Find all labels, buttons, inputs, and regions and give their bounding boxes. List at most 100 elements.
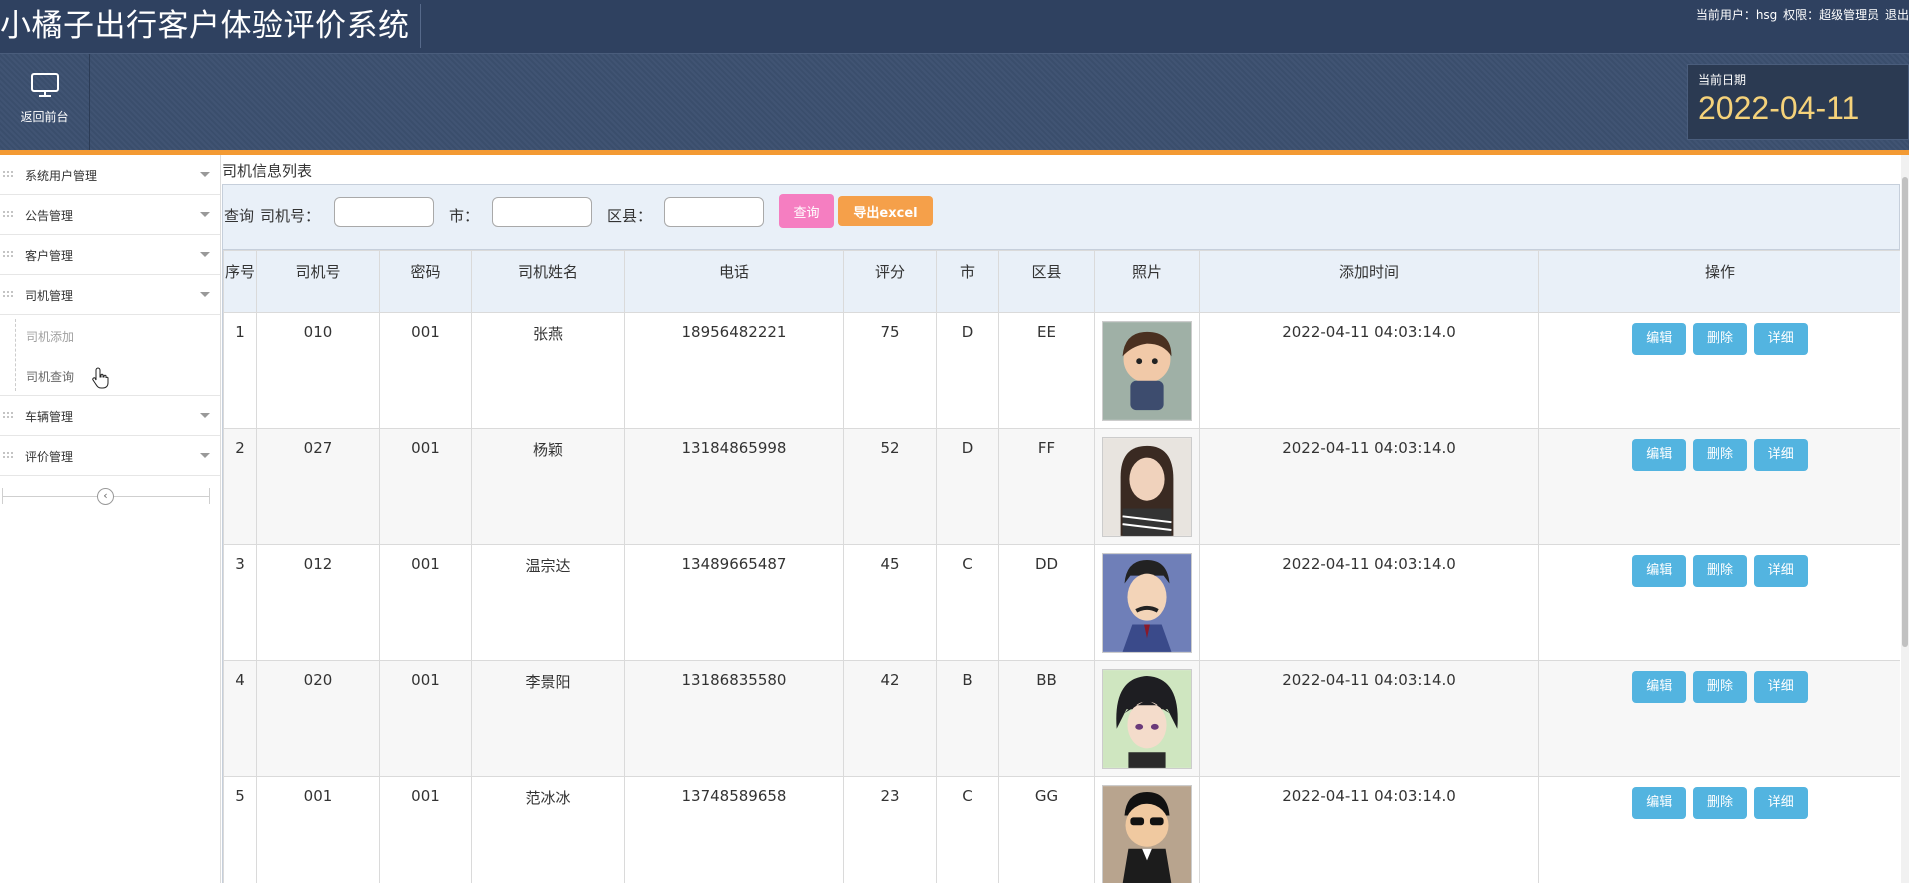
detail-button[interactable]: 详细 <box>1753 439 1808 471</box>
edit-button[interactable]: 编辑 <box>1632 555 1687 587</box>
cell-index: 5 <box>223 776 257 883</box>
delete-button[interactable]: 删除 <box>1693 555 1747 587</box>
cell-city: D <box>936 428 999 545</box>
chevron-down-icon <box>200 172 210 177</box>
chevron-down-icon <box>200 292 210 297</box>
cell-photo <box>1094 312 1200 429</box>
city-input[interactable] <box>492 197 592 227</box>
column-header: 密码 <box>379 250 472 313</box>
logout-link[interactable]: 退出 <box>1885 8 1909 22</box>
cell-district: DD <box>998 544 1095 661</box>
cell-driver-no: 027 <box>256 428 380 545</box>
edit-button[interactable]: 编辑 <box>1632 439 1687 471</box>
column-header: 序号 <box>223 250 257 313</box>
driver-table-container: 序号 司机号 密码 司机姓名 电话 评分 市 区县 照片 添加时间 操作 1 0… <box>222 250 1900 883</box>
cell-index: 4 <box>223 660 257 777</box>
table-row: 2 027 001 杨颖 13184865998 52 D FF 2022-04… <box>223 428 1900 545</box>
sidebar-subitem-add-driver[interactable]: 司机添加 <box>0 315 220 355</box>
cell-index: 1 <box>223 312 257 429</box>
cell-driver-no: 001 <box>256 776 380 883</box>
cell-password: 001 <box>379 660 472 777</box>
sidebar-item-label: 客户管理 <box>25 249 74 263</box>
cell-score: 23 <box>843 776 937 883</box>
page-title: 司机信息列表 <box>222 162 313 180</box>
cell-district: BB <box>998 660 1095 777</box>
detail-button[interactable]: 详细 <box>1753 671 1808 703</box>
chevron-down-icon <box>200 252 210 257</box>
toolbar: 返回前台 当前日期 2022-04-11 <box>0 54 1909 150</box>
driver-photo-woman <box>1102 437 1192 537</box>
sidebar-item-reviews[interactable]: 评价管理 <box>0 436 220 476</box>
grip-icon <box>2 411 14 419</box>
column-header: 照片 <box>1094 250 1200 313</box>
detail-button[interactable]: 详细 <box>1753 787 1808 819</box>
query-button[interactable]: 查询 <box>779 194 834 228</box>
column-header: 电话 <box>624 250 844 313</box>
cell-added-time: 2022-04-11 04:03:14.0 <box>1199 544 1539 661</box>
sidebar-item-announcements[interactable]: 公告管理 <box>0 195 220 235</box>
driver-no-input[interactable] <box>334 197 434 227</box>
delete-button[interactable]: 删除 <box>1693 323 1747 355</box>
cell-password: 001 <box>379 776 472 883</box>
cell-actions: 编辑 删除 详细 <box>1538 660 1900 777</box>
cell-score: 52 <box>843 428 937 545</box>
cell-score: 42 <box>843 660 937 777</box>
divider <box>2 488 3 504</box>
district-input[interactable] <box>664 197 764 227</box>
cell-city: D <box>936 312 999 429</box>
sidebar-subitem-query-driver[interactable]: 司机查询 <box>0 355 220 395</box>
cell-added-time: 2022-04-11 04:03:14.0 <box>1199 660 1539 777</box>
collapse-sidebar-icon[interactable]: ‹ <box>97 488 114 505</box>
scrollbar-thumb[interactable] <box>1902 177 1908 647</box>
cell-photo <box>1094 660 1200 777</box>
driver-photo-anime-dark-hair <box>1102 669 1192 769</box>
driver-photo-cartoon-boy <box>1102 321 1192 421</box>
delete-button[interactable]: 删除 <box>1693 671 1747 703</box>
column-header: 评分 <box>843 250 937 313</box>
sidebar-item-system-users[interactable]: 系统用户管理 <box>0 155 220 195</box>
cell-password: 001 <box>379 312 472 429</box>
export-excel-button[interactable]: 导出excel <box>838 196 933 226</box>
detail-button[interactable]: 详细 <box>1753 555 1808 587</box>
sidebar-item-vehicles[interactable]: 车辆管理 <box>0 396 220 436</box>
delete-button[interactable]: 删除 <box>1693 439 1747 471</box>
table-row: 4 020 001 李景阳 13186835580 42 B BB 2022-0… <box>223 660 1900 777</box>
sidebar-item-label: 评价管理 <box>25 450 74 464</box>
cell-district: GG <box>998 776 1095 883</box>
current-date-value: 2022-04-11 <box>1698 90 1860 126</box>
chevron-down-icon <box>200 453 210 458</box>
drivers-submenu: 司机添加 司机查询 <box>0 315 220 396</box>
cell-photo <box>1094 428 1200 545</box>
column-header: 司机姓名 <box>471 250 625 313</box>
cell-phone: 13186835580 <box>624 660 844 777</box>
vertical-scrollbar[interactable] <box>1901 155 1909 883</box>
detail-button[interactable]: 详细 <box>1753 323 1808 355</box>
column-header: 区县 <box>998 250 1095 313</box>
cell-district: FF <box>998 428 1095 545</box>
user-info: 当前用户：hsg 权限：超级管理员 退出 <box>1694 6 1909 23</box>
cell-city: C <box>936 776 999 883</box>
district-label: 区县： <box>607 207 653 225</box>
sidebar-item-label: 司机管理 <box>25 289 74 303</box>
table-row: 5 001 001 范冰冰 13748589658 23 C GG 2022-0… <box>223 776 1900 883</box>
current-date-box: 当前日期 2022-04-11 <box>1687 64 1909 140</box>
sidebar-item-drivers[interactable]: 司机管理 <box>0 275 220 315</box>
main-content: 司机信息列表 查询 司机号： 市： 区县： 查询 导出excel 序号 司机号 … <box>222 155 1909 883</box>
edit-button[interactable]: 编辑 <box>1632 787 1687 819</box>
driver-photo-anime-man <box>1102 553 1192 653</box>
grip-icon <box>2 451 14 459</box>
table-row: 3 012 001 温宗达 13489665487 45 C DD 2022-0… <box>223 544 1900 661</box>
current-date-caption: 当前日期 <box>1698 73 1747 87</box>
driver-photo-cartoon-sunglasses <box>1102 785 1192 883</box>
edit-button[interactable]: 编辑 <box>1632 323 1687 355</box>
delete-button[interactable]: 删除 <box>1693 787 1747 819</box>
cell-password: 001 <box>379 544 472 661</box>
chevron-down-icon <box>200 212 210 217</box>
cell-driver-no: 020 <box>256 660 380 777</box>
sidebar-item-customers[interactable]: 客户管理 <box>0 235 220 275</box>
edit-button[interactable]: 编辑 <box>1632 671 1687 703</box>
driver-table: 序号 司机号 密码 司机姓名 电话 评分 市 区县 照片 添加时间 操作 1 0… <box>223 250 1900 883</box>
back-to-front-button[interactable]: 返回前台 <box>0 54 90 150</box>
sidebar-collapse-row: ‹ <box>0 476 220 516</box>
grip-icon <box>2 210 14 218</box>
